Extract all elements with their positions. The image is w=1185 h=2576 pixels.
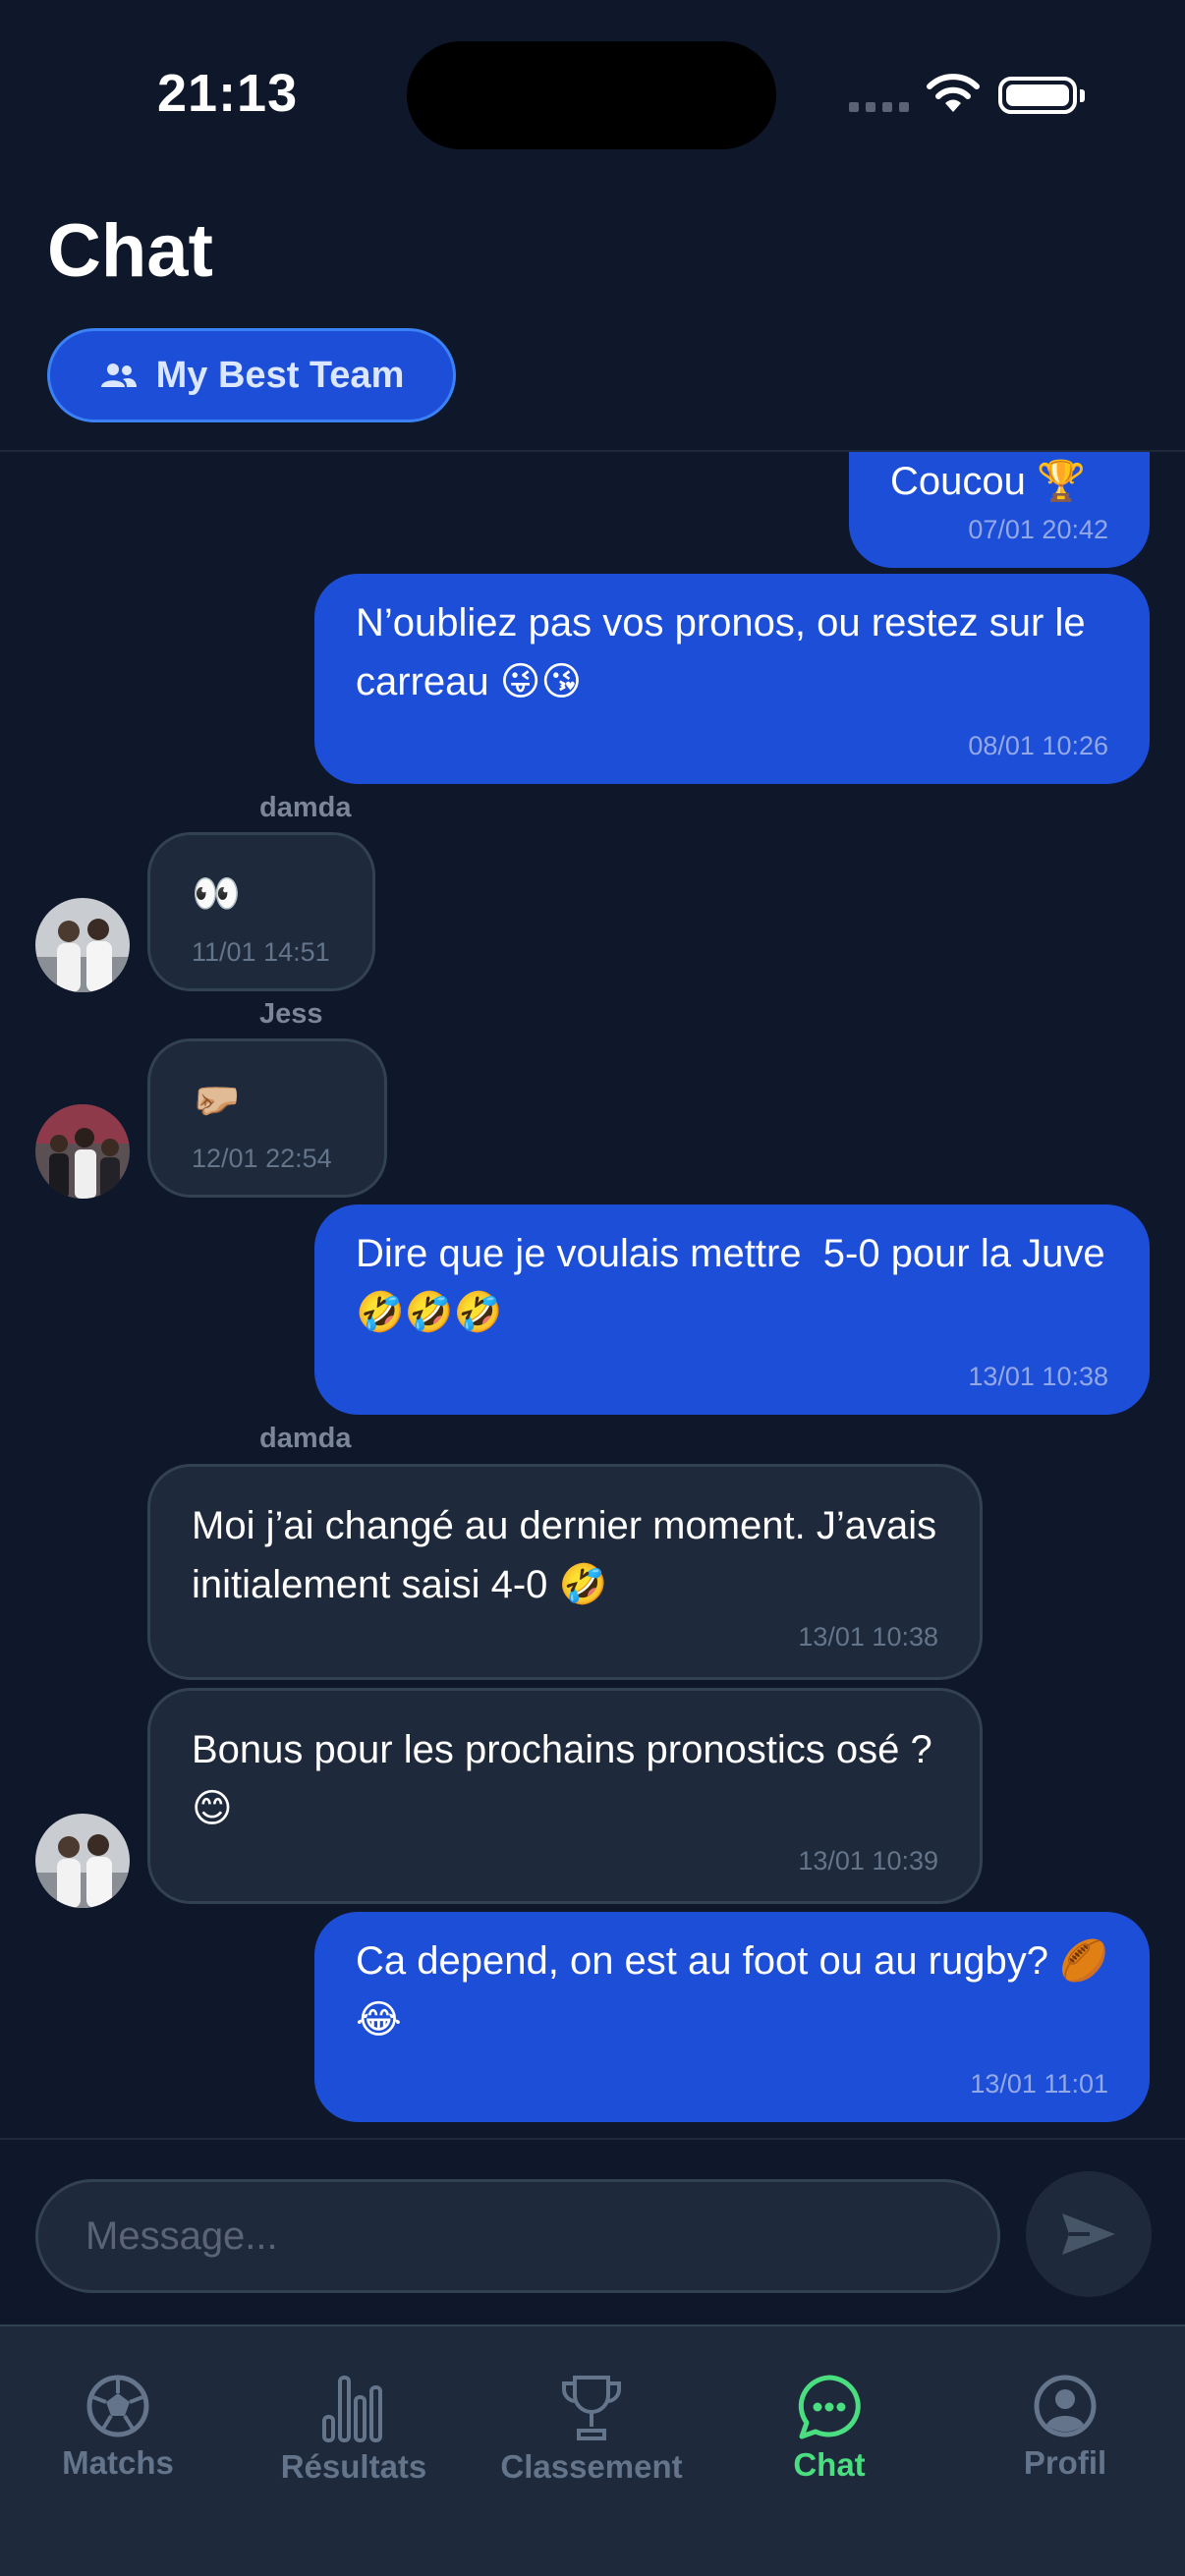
signal-icon xyxy=(849,102,909,112)
tab-label: Matchs xyxy=(62,2444,174,2481)
tab-label: Classement xyxy=(500,2448,683,2485)
message-time: 11/01 14:51 xyxy=(192,937,330,967)
message-text: 👀 xyxy=(192,872,241,916)
message-time: 13/01 10:38 xyxy=(968,1362,1108,1391)
dynamic-island xyxy=(407,41,776,149)
tab-resultats[interactable]: Résultats xyxy=(236,2374,472,2486)
message-time: 08/01 10:26 xyxy=(968,731,1108,760)
avatar[interactable] xyxy=(35,1814,130,1908)
wifi-icon xyxy=(927,74,980,112)
tab-classement[interactable]: Classement xyxy=(474,2374,709,2486)
message-text: Coucou 🏆 xyxy=(890,460,1086,503)
message-time: 12/01 22:54 xyxy=(192,1144,332,1173)
message-text: Ca depend, on est au foot ou au rugby? 🏉… xyxy=(356,1939,1108,2042)
tab-chat[interactable]: Chat xyxy=(711,2374,947,2484)
team-button-label: My Best Team xyxy=(155,354,405,396)
message-bubble-own: Dire que je voulais mettre 5-0 pour la J… xyxy=(314,1204,1150,1415)
page-title: Chat xyxy=(47,209,213,293)
sender-name: damda xyxy=(259,1423,352,1454)
tab-label: Chat xyxy=(793,2446,866,2483)
message-text: 🤛🏼 xyxy=(192,1079,241,1122)
soccer-ball-icon xyxy=(86,2375,149,2437)
tab-profil[interactable]: Profil xyxy=(947,2374,1183,2482)
message-text: N’oubliez pas vos pronos, ou restez sur … xyxy=(356,601,1097,703)
tab-bar: Matchs Résultats Classement Chat Profil xyxy=(0,2324,1185,2576)
message-time: 07/01 20:42 xyxy=(968,515,1108,544)
send-icon xyxy=(1062,2213,1115,2255)
avatar[interactable] xyxy=(35,898,130,992)
trophy-icon xyxy=(562,2376,621,2440)
team-selector-button[interactable]: My Best Team xyxy=(47,328,456,422)
message-bubble-other: Bonus pour les prochains pronostics osé … xyxy=(147,1688,983,1904)
message-bubble-own: Ca depend, on est au foot ou au rugby? 🏉… xyxy=(314,1912,1150,2122)
sender-name: damda xyxy=(259,792,352,823)
message-bubble-other: 👀 11/01 14:51 xyxy=(147,832,375,991)
message-time: 13/01 11:01 xyxy=(970,2069,1108,2099)
avatar[interactable] xyxy=(35,1104,130,1199)
message-time: 13/01 10:39 xyxy=(798,1846,938,1876)
group-icon xyxy=(100,364,137,387)
tab-label: Résultats xyxy=(280,2448,427,2485)
battery-icon xyxy=(998,77,1085,114)
tab-matchs[interactable]: Matchs xyxy=(0,2374,236,2482)
bar-chart-icon xyxy=(322,2376,382,2442)
message-text: Dire que je voulais mettre 5-0 pour la J… xyxy=(356,1232,1116,1334)
chat-bubble-icon xyxy=(798,2375,861,2439)
message-bubble-other: Moi j’ai changé au dernier moment. J’ava… xyxy=(147,1464,983,1680)
message-text: Bonus pour les prochains pronostics osé … xyxy=(192,1728,943,1830)
message-bubble-own: Coucou 🏆 07/01 20:42 xyxy=(849,452,1150,568)
message-bubble-own: N’oubliez pas vos pronos, ou restez sur … xyxy=(314,574,1150,784)
send-button[interactable] xyxy=(1026,2171,1152,2297)
message-input[interactable] xyxy=(35,2179,1000,2293)
message-list[interactable]: Coucou 🏆 07/01 20:42 N’oubliez pas vos p… xyxy=(0,452,1185,2138)
user-circle-icon xyxy=(1034,2375,1097,2437)
composer-divider xyxy=(0,2138,1185,2140)
message-time: 13/01 10:38 xyxy=(798,1622,938,1652)
status-bar: 21:13 xyxy=(0,0,1185,187)
tab-label: Profil xyxy=(1023,2444,1107,2481)
status-time: 21:13 xyxy=(157,64,299,123)
sender-name: Jess xyxy=(259,998,323,1030)
message-bubble-other: 🤛🏼 12/01 22:54 xyxy=(147,1038,387,1198)
message-text: Moi j’ai changé au dernier moment. J’ava… xyxy=(192,1504,948,1606)
